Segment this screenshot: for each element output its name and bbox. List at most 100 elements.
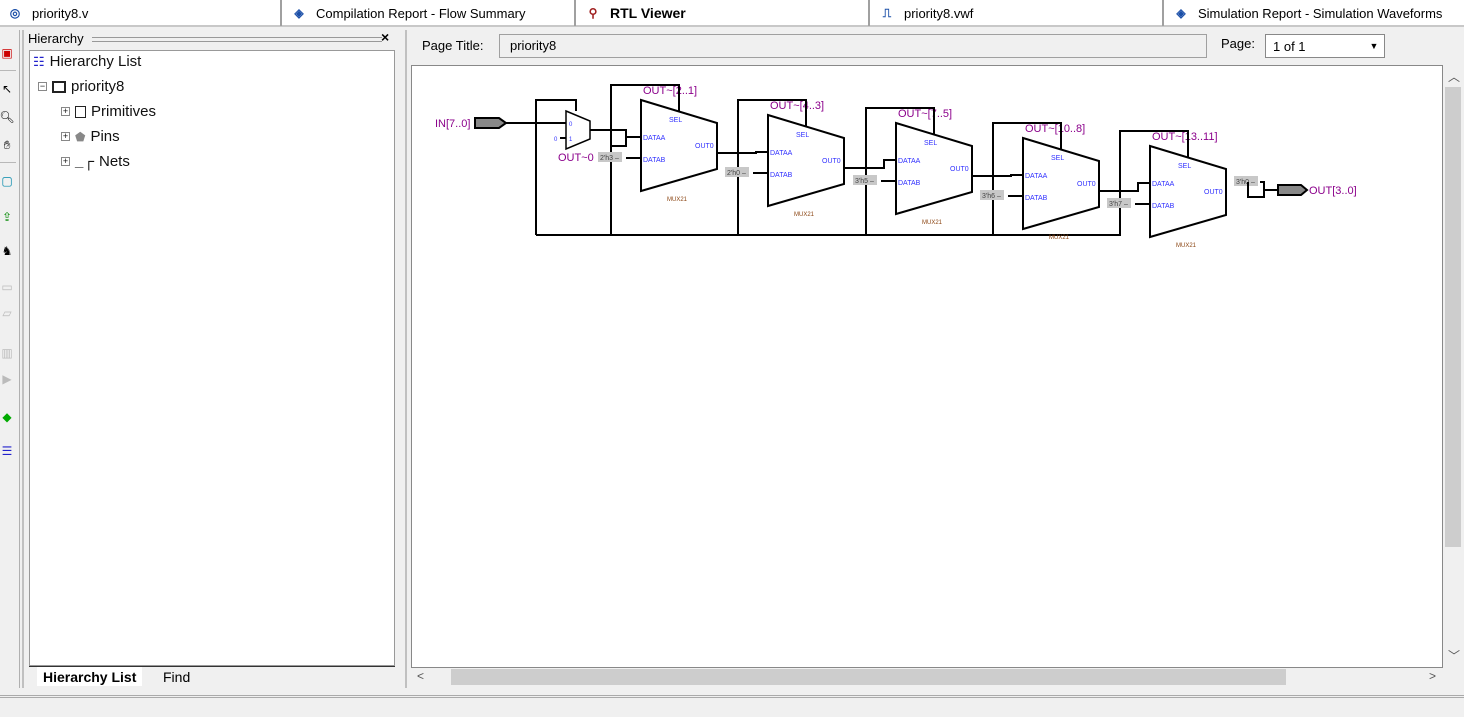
page-title-field: priority8 — [499, 34, 1207, 58]
tab-priority8-v[interactable]: ◎ priority8.v — [0, 0, 282, 26]
port-label: DATAA — [770, 150, 793, 157]
panel-grip[interactable] — [92, 37, 382, 42]
wire — [844, 159, 896, 169]
scroll-thumb[interactable] — [451, 669, 1286, 685]
chevron-down-icon[interactable]: ▼ — [1366, 37, 1382, 55]
mux-type-label: MUX21 — [1049, 235, 1070, 241]
net-icon: _┌ — [75, 153, 94, 170]
tab-compilation-report[interactable]: ◈ Compilation Report - Flow Summary — [284, 0, 576, 26]
mux-label: OUT~[7..5] — [898, 108, 952, 120]
port-label: OUT0 — [822, 158, 841, 165]
wire — [1099, 182, 1150, 192]
mux-label: OUT~[2..1] — [643, 85, 697, 97]
page-title-label: Page Title: — [422, 38, 484, 53]
input-pin — [474, 117, 508, 129]
tab-simulation-report[interactable]: ◈ Simulation Report - Simulation Waveform… — [1166, 0, 1464, 26]
port-label: SEL — [924, 140, 937, 147]
scroll-thumb[interactable] — [1445, 87, 1461, 547]
scroll-up-icon[interactable]: ︿ — [1448, 68, 1460, 85]
go-to-netlist-icon[interactable]: ▣ — [0, 44, 14, 62]
port-label: SEL — [669, 117, 682, 124]
constant-label: 0 — [554, 137, 558, 143]
hierarchy-tree: ☷ Hierarchy List − priority8 + Primitives +… — [29, 50, 395, 666]
mux-label: OUT~[10..8] — [1025, 123, 1085, 135]
constant-label: 3'h5 – — [855, 178, 874, 185]
vertical-scrollbar[interactable]: ︿ ﹀ — [1443, 65, 1463, 668]
pan-hand-icon[interactable]: ✋︎ — [0, 136, 14, 154]
tree-item-pins[interactable]: + ⬟ Pins — [61, 128, 120, 145]
hierarchy-up-icon[interactable]: ▥ — [0, 344, 14, 362]
mux-type-label: MUX21 — [1176, 243, 1197, 249]
scroll-right-icon[interactable]: > — [1429, 669, 1436, 683]
port-label: OUT0 — [950, 166, 969, 173]
page-next-icon[interactable]: ▱ — [0, 304, 14, 322]
close-icon[interactable]: × — [381, 29, 389, 45]
rtl-viewer-panel: Page Title: priority8 Page: 1 of 1 ▼ IN[7… — [405, 30, 1464, 688]
port-label: 0 — [569, 122, 573, 128]
mux-small — [565, 109, 591, 151]
port-label: SEL — [796, 132, 809, 139]
find-binoculars-icon[interactable]: ♞ — [0, 242, 14, 260]
port-label: DATAB — [1152, 203, 1175, 210]
constant-label: 3'h7 – — [1109, 201, 1128, 208]
port-label: DATAB — [770, 172, 793, 179]
page-icon[interactable]: ▭ — [0, 278, 14, 296]
page-label: Page: — [1221, 36, 1255, 51]
mux-label: OUT~0 — [558, 152, 594, 164]
select-pointer-icon[interactable]: ↖ — [0, 80, 14, 98]
verilog-file-icon: ◎ — [9, 6, 21, 20]
waveform-file-icon: ⎍ — [882, 5, 892, 20]
panel-bottom-tabs: Hierarchy List Find — [29, 666, 395, 686]
hierarchy-list-icon[interactable]: ☰ — [0, 442, 14, 460]
constant-label: 3'h6 – — [982, 193, 1001, 200]
port-label: DATAA — [898, 158, 921, 165]
pin-icon: ⬟ — [75, 129, 86, 144]
wire — [535, 99, 577, 235]
tab-find[interactable]: Find — [157, 667, 196, 686]
tab-hierarchy-list[interactable]: Hierarchy List — [37, 667, 143, 686]
rtl-viewer-icon: ⚲ — [588, 6, 598, 20]
fit-window-icon[interactable]: ▢ — [0, 172, 14, 190]
expand-icon[interactable]: + — [61, 132, 70, 141]
scroll-down-icon[interactable]: ﹀ — [1448, 647, 1460, 664]
port-label: DATAA — [1152, 181, 1175, 188]
port-label: 1 — [569, 137, 573, 143]
input-pin-label: IN[7..0] — [435, 118, 470, 130]
port-label: OUT0 — [1204, 189, 1223, 196]
primitive-icon — [75, 105, 86, 118]
expand-icon[interactable]: + — [61, 157, 70, 166]
forward-icon[interactable]: ▶ — [0, 370, 14, 388]
port-label: OUT0 — [695, 143, 714, 150]
mux-type-label: MUX21 — [794, 212, 815, 218]
zoom-icon[interactable]: 🔍︎ — [0, 108, 15, 126]
port-label: DATAB — [643, 157, 666, 164]
mux-type-label: MUX21 — [667, 197, 688, 203]
expand-icon[interactable]: + — [61, 107, 70, 116]
tree-root[interactable]: ☷ Hierarchy List — [33, 53, 141, 70]
horizontal-scrollbar[interactable]: < > — [411, 668, 1443, 686]
rtl-toolbar: ▣ ↖ 🔍︎ ✋︎ ▢ ⇪ ♞ ▭ ▱ ▥ ▶ ◆ ☰ — [0, 30, 20, 688]
wire — [717, 151, 768, 154]
port-label: DATAB — [1025, 195, 1048, 202]
panel-title: Hierarchy — [28, 31, 84, 46]
tab-rtl-viewer[interactable]: ⚲ RTL Viewer — [578, 0, 870, 26]
output-pin — [1277, 184, 1309, 196]
schematic-canvas[interactable]: IN[7..0] 0 1 0 OUT~0 SEL DATAA DATAB OUT0 MUX21 OU… — [411, 65, 1443, 668]
tree-item-priority8[interactable]: − priority8 — [38, 78, 124, 95]
status-bar — [0, 695, 1464, 717]
scroll-left-icon[interactable]: < — [417, 669, 424, 683]
constant-label: 2'h0 – — [727, 170, 746, 177]
tab-priority8-vwf[interactable]: ⎍ priority8.vwf — [872, 0, 1164, 26]
export-icon[interactable]: ⇪ — [0, 208, 14, 226]
tree-item-primitives[interactable]: + Primitives — [61, 103, 156, 120]
mux-label: OUT~[4..3] — [770, 100, 824, 112]
port-label: SEL — [1051, 155, 1064, 162]
tree-item-nets[interactable]: + _┌ Nets — [61, 153, 130, 170]
port-label: DATAA — [643, 135, 666, 142]
wire — [590, 129, 627, 147]
collapse-icon[interactable]: − — [38, 82, 47, 91]
netlist-icon[interactable]: ◆ — [0, 408, 14, 426]
wire — [972, 174, 1023, 177]
page-select[interactable]: 1 of 1 ▼ — [1265, 34, 1385, 58]
schematic: IN[7..0] 0 1 0 OUT~0 SEL DATAA DATAB OUT0 MUX21 OU… — [435, 84, 1357, 249]
